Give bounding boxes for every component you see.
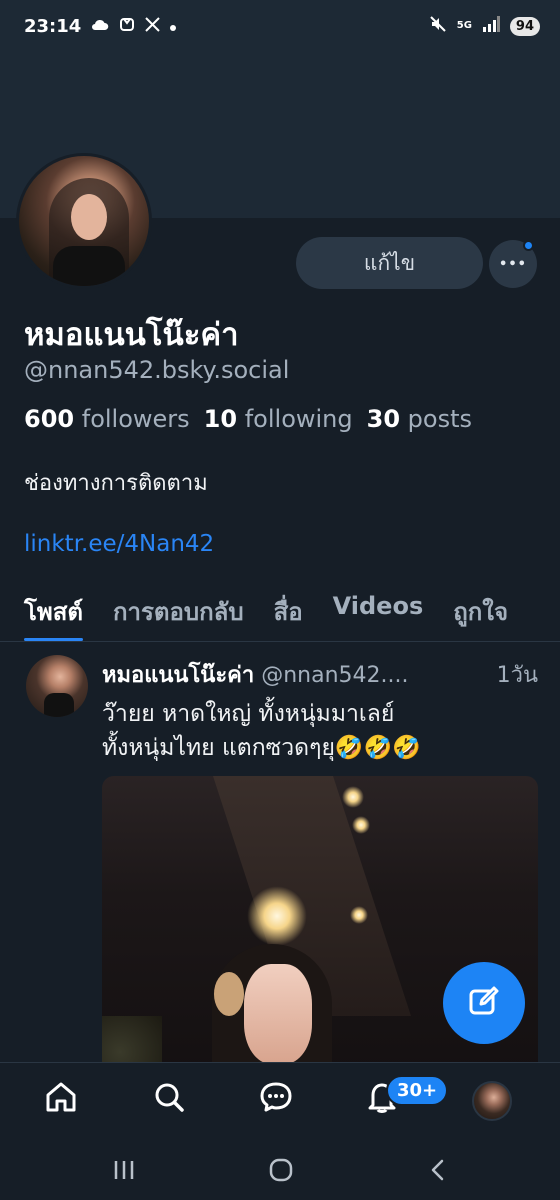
profile-tabs: โพสต์ การตอบกลับ สื่อ Videos ถูกใจ <box>0 578 560 642</box>
tab-label: Videos <box>332 592 424 620</box>
clock: 23:14 <box>24 15 82 37</box>
following-stat[interactable]: 10 following <box>204 405 353 433</box>
status-bar-left: 23:14 <box>24 15 177 37</box>
tab-label: โพสต์ <box>24 598 83 626</box>
profile-stats: 600 followers 10 following 30 posts <box>24 405 472 433</box>
post-timestamp: 1วัน <box>490 657 538 692</box>
tab-label: การตอบกลับ <box>112 598 244 626</box>
nav-chat[interactable] <box>256 1079 296 1119</box>
5g-icon: 5G <box>456 20 472 31</box>
more-dots-icon: ••• <box>499 256 527 272</box>
home-icon <box>43 1079 79 1119</box>
profile-handle: @nnan542.bsky.social <box>24 356 290 384</box>
recent-apps-icon <box>112 1158 136 1186</box>
post-author-avatar[interactable] <box>26 655 88 717</box>
posts-count: 30 <box>366 405 401 433</box>
nav-home[interactable] <box>41 1079 81 1119</box>
cloud-icon <box>91 17 109 35</box>
post-author-name[interactable]: หมอแนนโน๊ะค่า <box>102 663 254 688</box>
system-navigation-bar <box>0 1142 560 1200</box>
post-text-line: ทั้งหนุ่มไทย แตกซวดๆยุ🤣🤣🤣 <box>102 735 421 761</box>
post-text-line: ว๊ายย หาดใหญ่ ทั้งหนุ่มมาเลย์ <box>102 701 395 727</box>
profile-link[interactable]: linktr.ee/4Nan42 <box>24 531 214 557</box>
edit-profile-button[interactable]: แก้ไข <box>296 237 483 289</box>
status-bar-right: 5G 94 <box>429 15 540 37</box>
tab-replies[interactable]: การตอบกลับ <box>98 578 259 641</box>
tab-label: ถูกใจ <box>453 598 509 626</box>
notification-dot <box>523 240 534 251</box>
following-label: following <box>244 405 353 433</box>
bottom-navigation: 30+ <box>0 1062 560 1142</box>
post-header: หมอแนนโน๊ะค่า @nnan542.... 1วัน <box>102 657 542 692</box>
tab-likes[interactable]: ถูกใจ <box>438 578 523 641</box>
followers-count: 600 <box>24 405 75 433</box>
dot-icon <box>170 17 177 35</box>
posts-stat: 30 posts <box>367 405 472 433</box>
chat-icon <box>258 1079 294 1119</box>
compose-button[interactable] <box>443 962 525 1044</box>
active-tab-indicator <box>24 638 83 641</box>
search-icon <box>151 1079 187 1119</box>
profile-avatar[interactable] <box>16 153 152 289</box>
mute-icon <box>429 15 447 37</box>
x-logo-icon <box>145 16 161 36</box>
tab-media[interactable]: สื่อ <box>259 578 318 641</box>
status-bar: 23:14 5G 94 <box>0 0 560 52</box>
profile-bio: ช่องทางการติดตาม <box>24 471 208 496</box>
back-button[interactable] <box>418 1152 458 1192</box>
signal-icon <box>482 16 500 36</box>
back-icon <box>426 1158 450 1186</box>
display-name: หมอแนนโน๊ะค่า <box>24 317 239 353</box>
tab-videos[interactable]: Videos <box>318 578 439 641</box>
post-author-handle: @nnan542.... <box>261 663 409 688</box>
profile-screen: 23:14 5G 94 แก้ไข ••• หมอแนนโน๊ะค่า @nna… <box>0 0 560 1200</box>
home-system-button[interactable] <box>261 1152 301 1192</box>
recent-apps-button[interactable] <box>104 1152 144 1192</box>
mi-icon <box>119 16 135 36</box>
followers-label: followers <box>81 405 190 433</box>
posts-label: posts <box>407 405 473 433</box>
battery-indicator: 94 <box>509 16 540 36</box>
notification-count-badge: 30+ <box>386 1075 449 1106</box>
following-count: 10 <box>203 405 238 433</box>
tab-posts[interactable]: โพสต์ <box>0 578 98 641</box>
followers-stat[interactable]: 600 followers <box>24 405 190 433</box>
home-circle-icon <box>268 1157 294 1187</box>
post-text: ว๊ายย หาดใหญ่ ทั้งหนุ่มมาเลย์ ทั้งหนุ่มไ… <box>102 697 542 765</box>
tab-label: สื่อ <box>273 598 303 626</box>
compose-icon <box>466 983 502 1023</box>
nav-profile-avatar[interactable] <box>472 1081 512 1121</box>
nav-search[interactable] <box>149 1079 189 1119</box>
